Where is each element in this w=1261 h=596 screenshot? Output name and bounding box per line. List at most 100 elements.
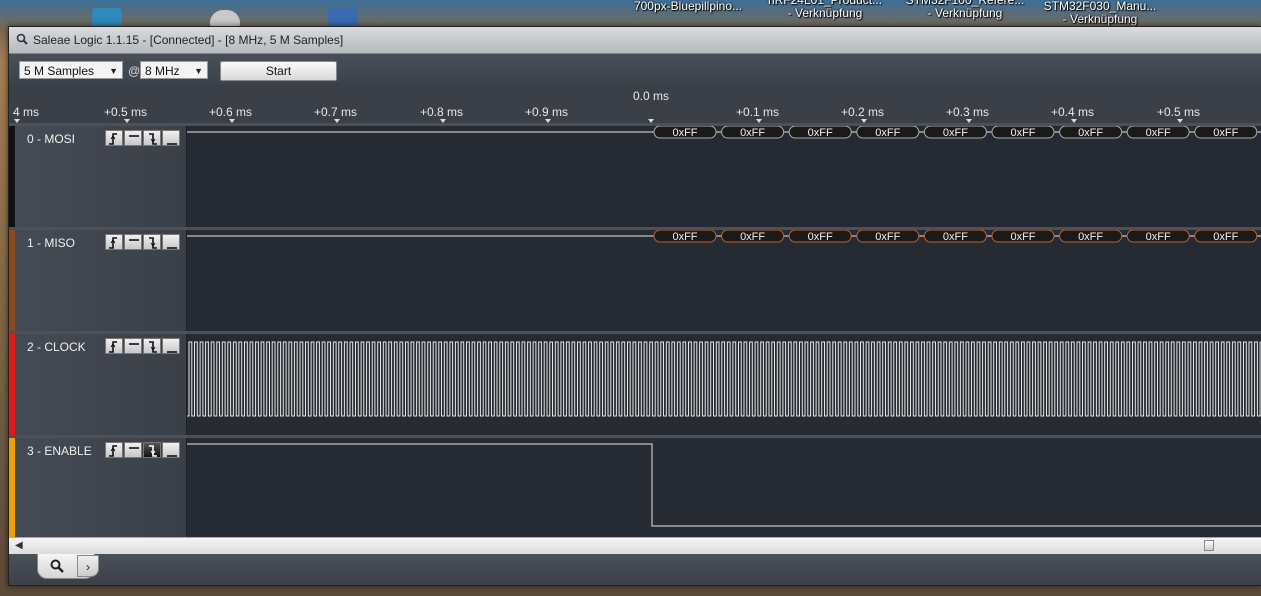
channel-waveform[interactable]: 0xFF0xFF0xFF0xFF0xFF0xFF0xFF0xFF0xFF0xFF: [187, 229, 1261, 332]
falling-edge-icon[interactable]: [143, 442, 161, 458]
decoded-byte[interactable]: 0xFF: [856, 125, 920, 139]
channel-label-area[interactable]: 2 - CLOCK: [15, 334, 187, 436]
decoded-byte[interactable]: 0xFF: [991, 229, 1055, 243]
sample-rate-select[interactable]: 8 MHz ▼: [140, 61, 208, 79]
channel-label-area[interactable]: 0 - MOSI: [15, 126, 187, 228]
scrollbar-thumb[interactable]: [1204, 540, 1214, 551]
decoded-byte[interactable]: 0xFF: [1059, 229, 1123, 243]
decoded-byte-label: 0xFF: [808, 127, 833, 139]
decoded-byte[interactable]: 0xFF: [788, 125, 852, 139]
channel-name[interactable]: 3 - ENABLE: [27, 444, 92, 458]
chevron-down-icon: ▼: [194, 66, 203, 76]
decoded-byte[interactable]: 0xFF: [1059, 125, 1123, 139]
decoded-byte[interactable]: 0xFF: [856, 229, 920, 243]
high-level-icon[interactable]: [124, 442, 142, 458]
decoded-byte[interactable]: 0xFF: [1194, 229, 1258, 243]
scroll-left-arrow-icon[interactable]: ◀: [15, 540, 23, 551]
channel-row: 1 - MISO 0xFF 0xFF 0xFF 0xFF 0xFF 0xFF 0xFF 0xFF…: [9, 227, 1261, 332]
decoded-byte[interactable]: 0xFF: [653, 125, 717, 139]
decoded-byte[interactable]: 0xFF: [721, 125, 785, 139]
channel-label-area[interactable]: 1 - MISO: [15, 230, 187, 332]
window-title: Saleae Logic 1.1.15 - [Connected] - [8 M…: [33, 33, 344, 47]
decoded-byte-label: 0xFF: [740, 127, 765, 139]
channel-label-area[interactable]: 3 - ENABLE: [15, 438, 187, 540]
high-level-icon[interactable]: [124, 234, 142, 250]
desktop-shortcut-label[interactable]: nRF24L01_Product... - Verknüpfung: [760, 0, 890, 20]
decoded-byte-label: 0xFF: [740, 231, 765, 243]
rising-edge-icon[interactable]: [105, 442, 123, 458]
samples-select-value: 5 M Samples: [24, 64, 95, 78]
magnifier-icon: [16, 33, 28, 48]
decoded-byte[interactable]: 0xFF: [653, 229, 717, 243]
waveform-svg: 0xFF0xFF0xFF0xFF0xFF0xFF0xFF0xFF0xFF0xFF: [187, 229, 1261, 243]
time-tick-label: +0.1 ms: [736, 105, 780, 119]
samples-select[interactable]: 5 M Samples ▼: [19, 61, 123, 79]
decoded-byte[interactable]: 0xFF: [788, 229, 852, 243]
decoded-byte[interactable]: 0xFF: [721, 229, 785, 243]
channel-name[interactable]: 0 - MOSI: [27, 132, 75, 146]
channel-name[interactable]: 2 - CLOCK: [27, 340, 86, 354]
decoded-byte-label: 0xFF: [808, 231, 833, 243]
rising-edge-icon[interactable]: [105, 338, 123, 354]
rising-edge-icon[interactable]: [105, 130, 123, 146]
time-ruler[interactable]: 0.0 ms 4 ms +0.5 ms +0.6 ms +0.7 ms +0.8…: [9, 87, 1261, 125]
at-label: @: [128, 64, 141, 78]
waveform-svg: 0xFF0xFF0xFF0xFF0xFF0xFF0xFF0xFF0xFF0xFF: [187, 125, 1261, 139]
falling-edge-icon[interactable]: [143, 130, 161, 146]
decoded-byte[interactable]: 0xFF: [1194, 125, 1258, 139]
desktop-shortcut-label[interactable]: 700px-Bluepillpino...: [618, 0, 758, 13]
falling-edge-icon[interactable]: [143, 234, 161, 250]
low-level-icon[interactable]: [162, 130, 180, 146]
start-button[interactable]: Start: [220, 61, 337, 81]
low-level-icon[interactable]: [162, 338, 180, 354]
desktop-shortcut-label[interactable]: STM32F030_Manu... - Verknüpfung: [1035, 0, 1165, 26]
high-level-icon[interactable]: [124, 130, 142, 146]
time-tick-label: +0.8 ms: [420, 105, 464, 119]
channel-name[interactable]: 1 - MISO: [27, 236, 75, 250]
decoded-byte-label: 0xFF: [1213, 231, 1238, 243]
trigger-buttons: [105, 442, 181, 458]
decoded-byte-label: 0xFF: [1010, 127, 1035, 139]
decoded-byte-label: 0xFF: [672, 127, 697, 139]
chevron-down-icon: ▼: [109, 66, 118, 76]
falling-edge-icon[interactable]: [143, 338, 161, 354]
time-tick-label: +0.4 ms: [1051, 105, 1095, 119]
channel-waveform[interactable]: [187, 438, 1261, 540]
bottom-tab-bar: ›: [9, 554, 1261, 585]
decoded-byte-label: 0xFF: [1078, 127, 1103, 139]
channel-waveform[interactable]: 0xFF0xFF0xFF0xFF0xFF0xFF0xFF0xFF0xFF0xFF: [187, 125, 1261, 228]
decoded-byte-label: 0xFF: [875, 231, 900, 243]
window-titlebar[interactable]: Saleae Logic 1.1.15 - [Connected] - [8 M…: [9, 27, 1261, 54]
horizontal-scrollbar[interactable]: ◀: [9, 537, 1261, 554]
decoded-byte[interactable]: 0xFF: [1126, 229, 1190, 243]
decoded-byte[interactable]: 0xFF: [991, 125, 1055, 139]
magnifier-icon: [50, 559, 64, 576]
time-tick-label: +0.3 ms: [946, 105, 990, 119]
time-tick-label: +0.5 ms: [104, 105, 148, 119]
desktop-shortcut-label[interactable]: STM32F100_Refere... - Verknüpfung: [900, 0, 1030, 20]
channel-row: 3 - ENABLE: [9, 435, 1261, 540]
high-level-icon[interactable]: [124, 338, 142, 354]
decoded-byte-label: 0xFF: [943, 127, 968, 139]
trigger-buttons: [105, 338, 181, 354]
decoded-byte[interactable]: 0xFF: [1126, 125, 1190, 139]
decoded-byte-label: 0xFF: [1010, 231, 1035, 243]
tab-next-arrow-icon[interactable]: ›: [77, 555, 99, 577]
decoded-byte[interactable]: 0xFF: [923, 229, 987, 243]
time-tick-label: +0.9 ms: [525, 105, 569, 119]
decoded-byte-label: 0xFF: [1078, 231, 1103, 243]
trigger-buttons: [105, 234, 181, 250]
decoded-byte-label: 0xFF: [1213, 127, 1238, 139]
time-tick-label: +0.6 ms: [209, 105, 253, 119]
signal-trace: [187, 443, 1261, 527]
decoded-byte[interactable]: 0xFF: [923, 125, 987, 139]
decoded-byte-label: 0xFF: [943, 231, 968, 243]
low-level-icon[interactable]: [162, 442, 180, 458]
sample-rate-select-value: 8 MHz: [145, 64, 180, 78]
channel-waveform[interactable]: [187, 334, 1261, 436]
low-level-icon[interactable]: [162, 234, 180, 250]
rising-edge-icon[interactable]: [105, 234, 123, 250]
saleae-logic-window: Saleae Logic 1.1.15 - [Connected] - [8 M…: [8, 26, 1261, 586]
decoded-byte-label: 0xFF: [672, 231, 697, 243]
time-tick-label: +0.7 ms: [314, 105, 358, 119]
